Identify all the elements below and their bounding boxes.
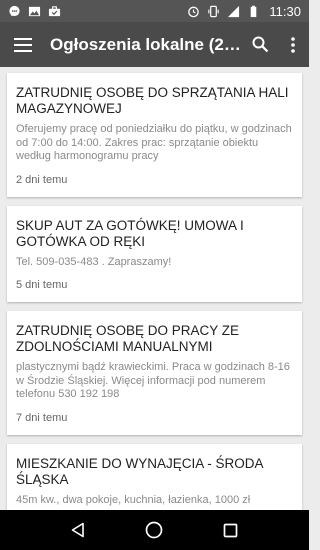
recents-square-icon [223, 523, 238, 537]
listing-date: 2 dni temu [16, 173, 68, 186]
listing-date: 7 dni temu [16, 411, 68, 424]
listing-title: ZATRUDNIĘ OSOBĘ DO PRACY ZE ZDOLNOŚCIAMI… [16, 323, 240, 354]
search-button[interactable] [242, 22, 278, 67]
search-icon [252, 36, 268, 53]
listing-date: 5 dni temu [16, 279, 68, 291]
vibrate-icon [208, 5, 220, 17]
back-button[interactable] [58, 510, 98, 550]
system-navigation-bar [0, 510, 309, 550]
image-icon [28, 6, 41, 16]
briefcase-icon [48, 5, 61, 16]
listing-card[interactable]: ZATRUDNIĘ OSOBĘ DO SPRZĄTANIA HALI MAGAZ… [7, 73, 302, 197]
home-button[interactable] [134, 510, 174, 550]
status-bar: 11:30 [0, 0, 309, 22]
chat-icon [9, 5, 20, 16]
listing-title: SKUP AUT ZA GOTÓWKĘ! UMOWA I GOTÓWKA OD … [16, 217, 244, 249]
back-triangle-icon [71, 522, 84, 538]
listing-card[interactable]: ZATRUDNIĘ OSOBĘ DO PRACY ZE ZDOLNOŚCIAMI… [7, 311, 302, 435]
listing-description: Oferujemy pracę od poniedziałku do piątk… [16, 123, 292, 162]
more-vertical-icon [291, 36, 295, 53]
listing-card[interactable]: SKUP AUT ZA GOTÓWKĘ! UMOWA I GOTÓWKA OD … [7, 205, 302, 302]
listing-description: Tel. 509-035-483 . Zapraszamy! [16, 255, 172, 268]
listings-list[interactable]: ZATRUDNIĘ OSOBĘ DO SPRZĄTANIA HALI MAGAZ… [0, 67, 309, 510]
battery-icon [251, 5, 257, 17]
listing-description: plastycznymi bądź krawieckimi. Praca w g… [16, 361, 290, 400]
hamburger-menu-icon [14, 37, 32, 52]
recents-button[interactable] [211, 510, 251, 550]
status-bar-system: 11:30 [187, 4, 301, 19]
listing-description: 45m kw., dwa pokoje, kuchnia, łazienka, … [16, 493, 251, 506]
menu-button[interactable] [0, 22, 46, 67]
signal-icon [228, 5, 240, 17]
app-bar: Ogłoszenia lokalne (2… [0, 22, 309, 67]
status-bar-notifications [8, 5, 61, 18]
status-time: 11:30 [269, 3, 301, 19]
listing-card[interactable]: MIESZKANIE DO WYNAJĘCIA - ŚRODA ŚLĄSKA 4… [7, 443, 302, 510]
more-options-button[interactable] [278, 22, 308, 67]
home-circle-icon [146, 521, 163, 539]
page-title: Ogłoszenia lokalne (2… [50, 34, 240, 54]
listing-title: ZATRUDNIĘ OSOBĘ DO SPRZĄTANIA HALI MAGAZ… [16, 85, 289, 116]
listing-title: MIESZKANIE DO WYNAJĘCIA - ŚRODA ŚLĄSKA [16, 455, 263, 487]
alarm-icon [188, 6, 200, 17]
